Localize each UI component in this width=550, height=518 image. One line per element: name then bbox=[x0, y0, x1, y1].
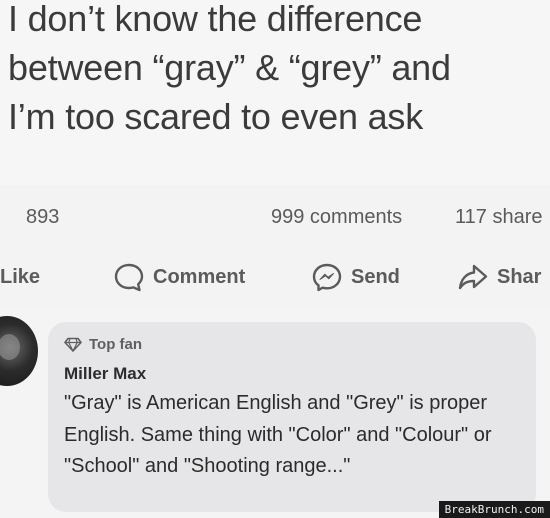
comment-bubble-icon bbox=[113, 262, 145, 292]
post-body: I don’t know the difference between “gra… bbox=[0, 0, 550, 185]
comment-bubble: Top fan Miller Max "Gray" is American En… bbox=[48, 322, 536, 512]
top-fan-badge: Top fan bbox=[64, 336, 142, 353]
reaction-count[interactable]: 893 bbox=[26, 206, 59, 229]
post-text: I don’t know the difference between “gra… bbox=[8, 0, 548, 141]
like-label: Like bbox=[0, 265, 41, 288]
watermark: BreakBrunch.com bbox=[438, 501, 550, 518]
commenter-name[interactable]: Miller Max bbox=[64, 364, 146, 384]
send-label: Send bbox=[351, 265, 400, 288]
post-text-line-3: I’m too scared to even ask bbox=[8, 96, 424, 137]
shares-count[interactable]: 117 share bbox=[455, 206, 542, 229]
diamond-icon bbox=[64, 337, 82, 352]
top-fan-label: Top fan bbox=[89, 336, 143, 353]
comment-text: "Gray" is American English and "Grey" is… bbox=[64, 392, 492, 477]
share-label: Shar bbox=[497, 265, 542, 288]
post-text-line-2: between “gray” & “grey” and bbox=[8, 47, 451, 88]
messenger-icon bbox=[311, 262, 343, 292]
comment-label: Comment bbox=[153, 265, 246, 288]
post-text-line-1: I don’t know the difference bbox=[8, 0, 423, 39]
share-button[interactable]: Shar bbox=[457, 262, 541, 292]
avatar[interactable] bbox=[0, 316, 38, 386]
comment-button[interactable]: Comment bbox=[113, 262, 245, 292]
share-arrow-icon bbox=[457, 262, 489, 292]
post-action-bar: Like Comment Send Shar bbox=[0, 248, 550, 306]
post-stats-bar: 893 999 comments 117 share bbox=[0, 186, 550, 248]
comments-count[interactable]: 999 comments bbox=[271, 206, 402, 229]
send-button[interactable]: Send bbox=[311, 262, 400, 292]
like-button[interactable]: Like bbox=[0, 262, 40, 292]
